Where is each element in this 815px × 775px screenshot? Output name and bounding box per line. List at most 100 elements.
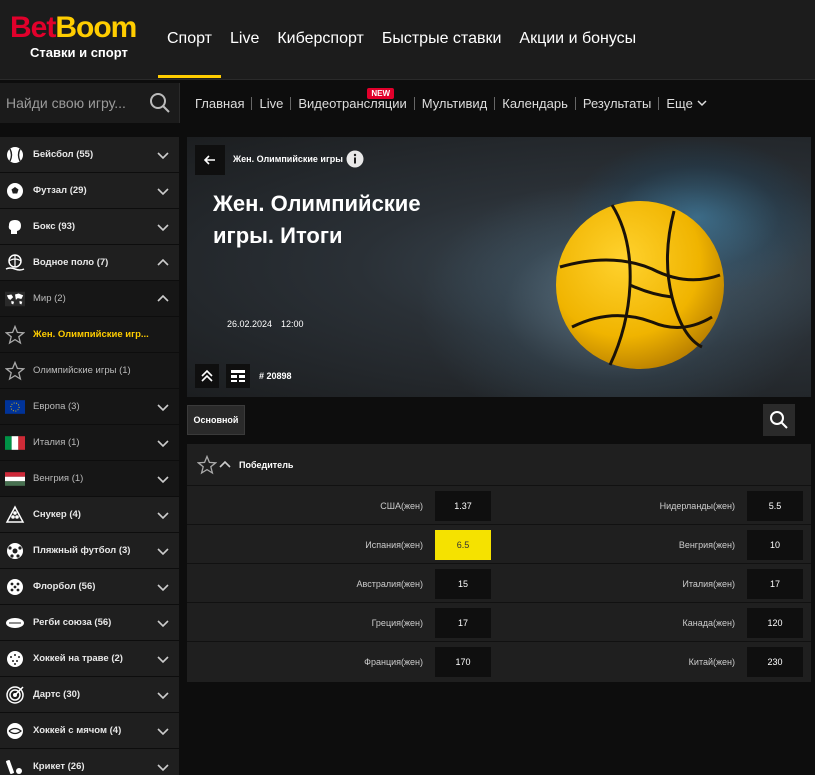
event-id: # 20898 bbox=[259, 371, 292, 381]
italy-flag-icon bbox=[5, 435, 25, 450]
sidebar-item-snooker[interactable]: Снукер (4) bbox=[0, 497, 179, 533]
sidebar-item-darts[interactable]: Дартс (30) bbox=[0, 677, 179, 713]
search-icon[interactable] bbox=[149, 92, 171, 114]
main-nav-promotions[interactable]: Акции и бонусы bbox=[510, 0, 645, 78]
main-nav-fast-bets[interactable]: Быстрые ставки bbox=[373, 0, 511, 78]
outcome-name: Австралия(жен) bbox=[356, 578, 423, 589]
market-row: Испания(жен) 6.5 Венгрия(жен) 10 bbox=[187, 525, 811, 564]
grid-layout-icon bbox=[231, 370, 245, 382]
odd-button[interactable]: 120 bbox=[747, 608, 803, 638]
sidebar-item-water-polo[interactable]: Водное поло (7) bbox=[0, 245, 179, 281]
chevron-down-icon bbox=[157, 583, 169, 591]
odd-button[interactable]: 15 bbox=[435, 569, 491, 599]
market-winner: Победитель США(жен) 1.37 Нидерланды(жен)… bbox=[187, 444, 811, 682]
subnav-results[interactable]: Результаты bbox=[576, 96, 658, 111]
field-hockey-icon bbox=[7, 650, 23, 667]
chevron-up-icon bbox=[157, 294, 169, 302]
futsal-ball-icon bbox=[7, 182, 23, 199]
outcome-name: Нидерланды(жен) bbox=[659, 500, 735, 511]
odd-button[interactable]: 17 bbox=[435, 608, 491, 638]
info-icon[interactable] bbox=[346, 150, 364, 168]
tab-main[interactable]: Основной bbox=[187, 405, 245, 435]
chevron-down-icon bbox=[157, 439, 169, 447]
sports-sidebar: Бейсбол (55) Футзал (29) Бокс (93) Водно… bbox=[0, 137, 180, 775]
subnav-more-label: Еще bbox=[666, 95, 693, 111]
hungary-flag-icon bbox=[5, 471, 25, 486]
betboom-logo[interactable]: BetBoom Ставки и спорт bbox=[10, 12, 150, 68]
boxing-glove-icon bbox=[8, 219, 21, 234]
chevron-down-icon bbox=[157, 727, 169, 735]
odd-button[interactable]: 10 bbox=[747, 530, 803, 560]
main-nav-live[interactable]: Live bbox=[221, 0, 268, 78]
top-header: BetBoom Ставки и спорт Спорт Live Киберс… bbox=[0, 0, 815, 80]
market-header[interactable]: Победитель bbox=[187, 444, 811, 486]
event-breadcrumb[interactable]: Жен. Олимпийские игры bbox=[233, 154, 343, 164]
sidebar-item-rugby[interactable]: Регби союза (56) bbox=[0, 605, 179, 641]
subnav-multiview[interactable]: Мультивид bbox=[415, 96, 495, 111]
floorball-icon bbox=[7, 578, 23, 595]
game-search bbox=[0, 83, 180, 123]
sidebar-item-floorball[interactable]: Флорбол (56) bbox=[0, 569, 179, 605]
sidebar-item-hungary[interactable]: Венгрия (1) bbox=[0, 461, 179, 497]
event-title: Жен. Олимпийские игры. Итоги bbox=[213, 191, 421, 248]
sidebar-item-world[interactable]: Мир (2) bbox=[0, 281, 179, 317]
chevron-down-icon bbox=[697, 100, 707, 107]
sidebar-item-cricket[interactable]: Крикет (26) bbox=[0, 749, 179, 775]
odd-button-selected[interactable]: 6.5 bbox=[435, 530, 491, 560]
sidebar-item-beach-soccer[interactable]: Пляжный футбол (3) bbox=[0, 533, 179, 569]
collapse-button[interactable] bbox=[195, 364, 219, 388]
outcome-name: Италия(жен) bbox=[682, 578, 735, 589]
market-row: Австралия(жен) 15 Италия(жен) 17 bbox=[187, 564, 811, 603]
outcome-name: Китай(жен) bbox=[688, 656, 735, 667]
sidebar-item-olympics[interactable]: Олимпийские игры (1) bbox=[0, 353, 179, 389]
subnav-home[interactable]: Главная bbox=[188, 96, 251, 111]
star-icon[interactable] bbox=[5, 360, 25, 381]
chevron-up-icon bbox=[157, 258, 169, 266]
sidebar-item-womens-olympics[interactable]: Жен. Олимпийские игр... bbox=[0, 317, 179, 353]
water-polo-ball-illustration bbox=[556, 201, 724, 369]
main-nav-esports[interactable]: Киберспорт bbox=[268, 0, 372, 78]
sidebar-item-italy[interactable]: Италия (1) bbox=[0, 425, 179, 461]
odd-button[interactable]: 170 bbox=[435, 647, 491, 677]
sidebar-item-boxing[interactable]: Бокс (93) bbox=[0, 209, 179, 245]
odd-button[interactable]: 5.5 bbox=[747, 491, 803, 521]
chevron-up-icon[interactable] bbox=[219, 459, 231, 471]
main-nav-sport[interactable]: Спорт bbox=[158, 0, 221, 78]
search-input[interactable] bbox=[6, 89, 146, 117]
outcome-name: США(жен) bbox=[380, 500, 423, 511]
sidebar-item-europe[interactable]: Европа (3) bbox=[0, 389, 179, 425]
market-row: Греция(жен) 17 Канада(жен) 120 bbox=[187, 603, 811, 642]
chevron-down-icon bbox=[157, 691, 169, 699]
star-icon[interactable] bbox=[197, 454, 217, 475]
baseball-icon bbox=[7, 146, 23, 163]
odd-button[interactable]: 230 bbox=[747, 647, 803, 677]
chevron-down-icon bbox=[157, 763, 169, 771]
chevron-down-icon bbox=[157, 223, 169, 231]
sidebar-item-bandy[interactable]: Хоккей с мячом (4) bbox=[0, 713, 179, 749]
chevron-down-icon bbox=[157, 403, 169, 411]
search-icon bbox=[770, 411, 788, 429]
outcome-name: Греция(жен) bbox=[371, 617, 423, 628]
beach-soccer-icon bbox=[7, 542, 23, 559]
layout-button[interactable] bbox=[226, 364, 250, 388]
odd-button[interactable]: 17 bbox=[747, 569, 803, 599]
subnav-more[interactable]: Еще bbox=[659, 96, 713, 111]
logo-tagline: Ставки и спорт bbox=[30, 45, 128, 60]
arrow-left-icon bbox=[204, 155, 215, 165]
subnav-streams[interactable]: Видеотрансляции NEW bbox=[291, 87, 413, 111]
chevron-down-icon bbox=[157, 151, 169, 159]
star-icon[interactable] bbox=[5, 324, 25, 345]
market-search-button[interactable] bbox=[763, 404, 795, 436]
subnav-calendar[interactable]: Календарь bbox=[495, 96, 575, 111]
chevron-down-icon bbox=[157, 619, 169, 627]
outcome-name: Франция(жен) bbox=[364, 656, 423, 667]
back-button[interactable] bbox=[195, 145, 225, 175]
event-time: 12:00 bbox=[281, 319, 304, 329]
subnav-live[interactable]: Live bbox=[252, 96, 290, 111]
market-row: США(жен) 1.37 Нидерланды(жен) 5.5 bbox=[187, 486, 811, 525]
sidebar-item-baseball[interactable]: Бейсбол (55) bbox=[0, 137, 179, 173]
outcome-name: Испания(жен) bbox=[365, 539, 423, 550]
odd-button[interactable]: 1.37 bbox=[435, 491, 491, 521]
sidebar-item-futsal[interactable]: Футзал (29) bbox=[0, 173, 179, 209]
sidebar-item-field-hockey[interactable]: Хоккей на траве (2) bbox=[0, 641, 179, 677]
